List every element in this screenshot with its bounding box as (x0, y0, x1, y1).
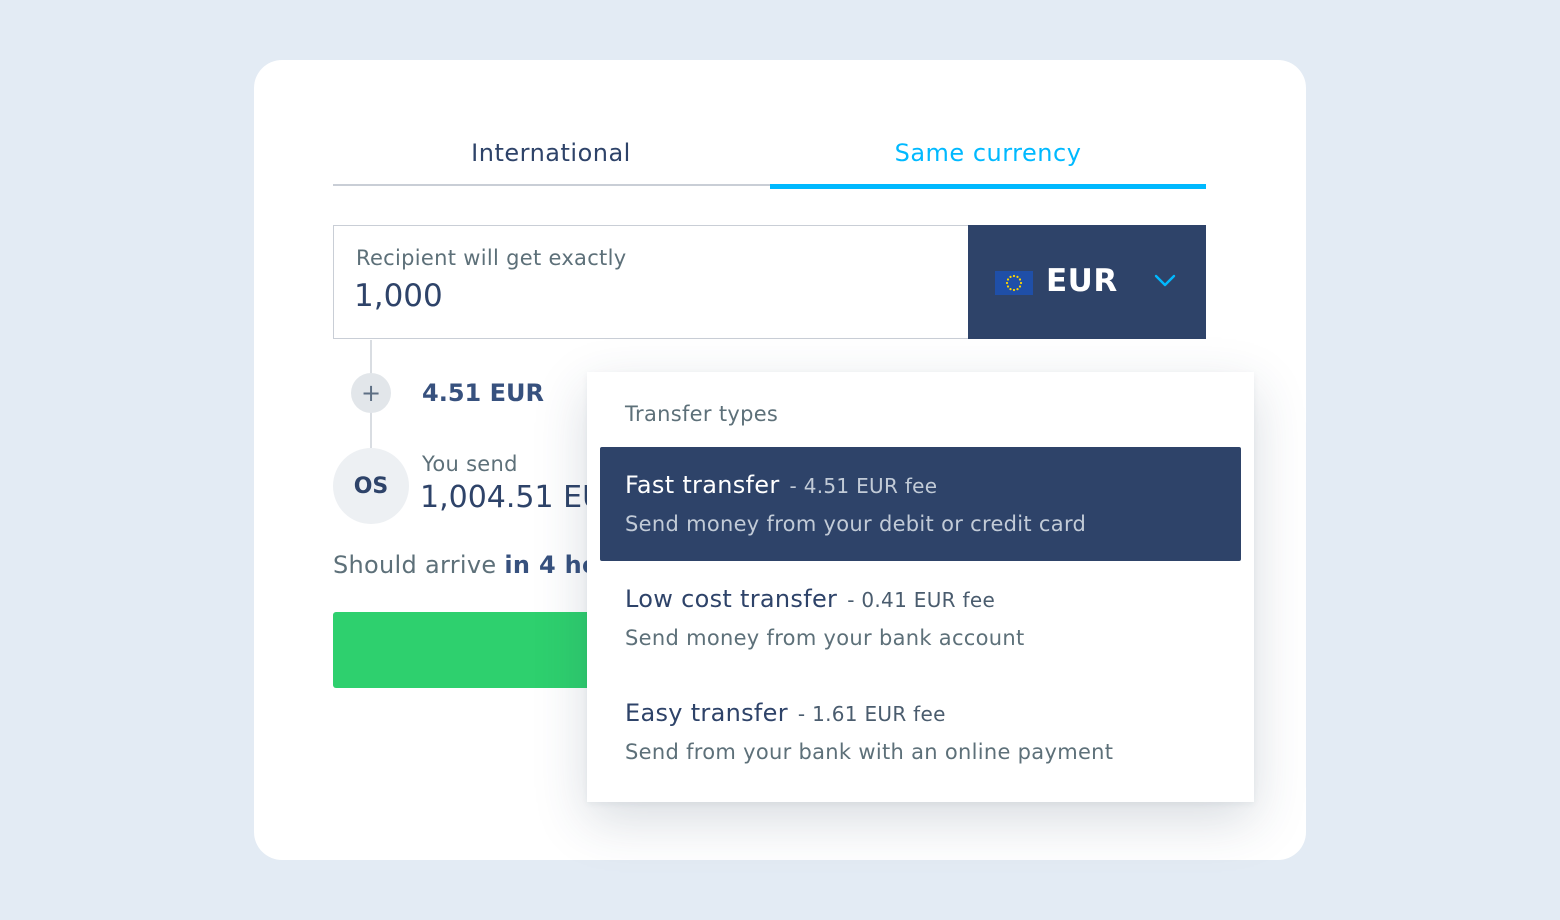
transfer-tabs: International Same currency (333, 120, 1206, 189)
option-name: Easy transfer - 1.61 EUR fee (625, 699, 946, 727)
transfer-types-dropdown: Transfer types Fast transfer - 4.51 EUR f… (587, 372, 1254, 802)
send-amount: 1,004.51 EUR (420, 480, 588, 515)
option-fee: - 0.41 EUR fee (847, 588, 996, 612)
recipient-amount-input[interactable] (354, 278, 934, 314)
eu-flag-icon (995, 271, 1033, 295)
arrival-time: in 4 hours (504, 551, 587, 579)
tab-international[interactable]: International (333, 120, 769, 186)
option-fee: - 1.61 EUR fee (797, 702, 946, 726)
dropdown-title: Transfer types (625, 402, 779, 426)
option-fee: - 4.51 EUR fee (789, 474, 938, 498)
option-description: Send from your bank with an online payme… (625, 740, 1114, 764)
option-name: Fast transfer - 4.51 EUR fee (625, 471, 938, 499)
continue-button[interactable] (333, 612, 593, 688)
currency-select[interactable]: EUR (968, 225, 1206, 339)
option-fast-transfer[interactable]: Fast transfer - 4.51 EUR fee Send money f… (600, 447, 1241, 561)
option-name: Low cost transfer - 0.41 EUR fee (625, 585, 996, 613)
recipient-amount-label: Recipient will get exactly (356, 246, 627, 270)
arrival-estimate: Should arrive in 4 hours (333, 551, 587, 579)
option-description: Send money from your bank account (625, 626, 1025, 650)
chevron-down-icon (1154, 273, 1176, 293)
arrival-prefix: Should arrive (333, 551, 497, 579)
plus-icon: + (351, 373, 391, 413)
fee-amount: 4.51 EUR (422, 379, 544, 407)
tab-same-currency[interactable]: Same currency (770, 120, 1206, 189)
option-description: Send money from your debit or credit car… (625, 512, 1087, 536)
payment-method-badge: OS (333, 448, 409, 524)
option-low-cost-transfer[interactable]: Low cost transfer - 0.41 EUR fee Send mon… (600, 561, 1241, 675)
currency-code: EUR (1046, 263, 1118, 299)
option-easy-transfer[interactable]: Easy transfer - 1.61 EUR fee Send from yo… (600, 675, 1241, 789)
send-label: You send (422, 452, 518, 476)
recipient-amount-field[interactable]: Recipient will get exactly (333, 225, 969, 339)
